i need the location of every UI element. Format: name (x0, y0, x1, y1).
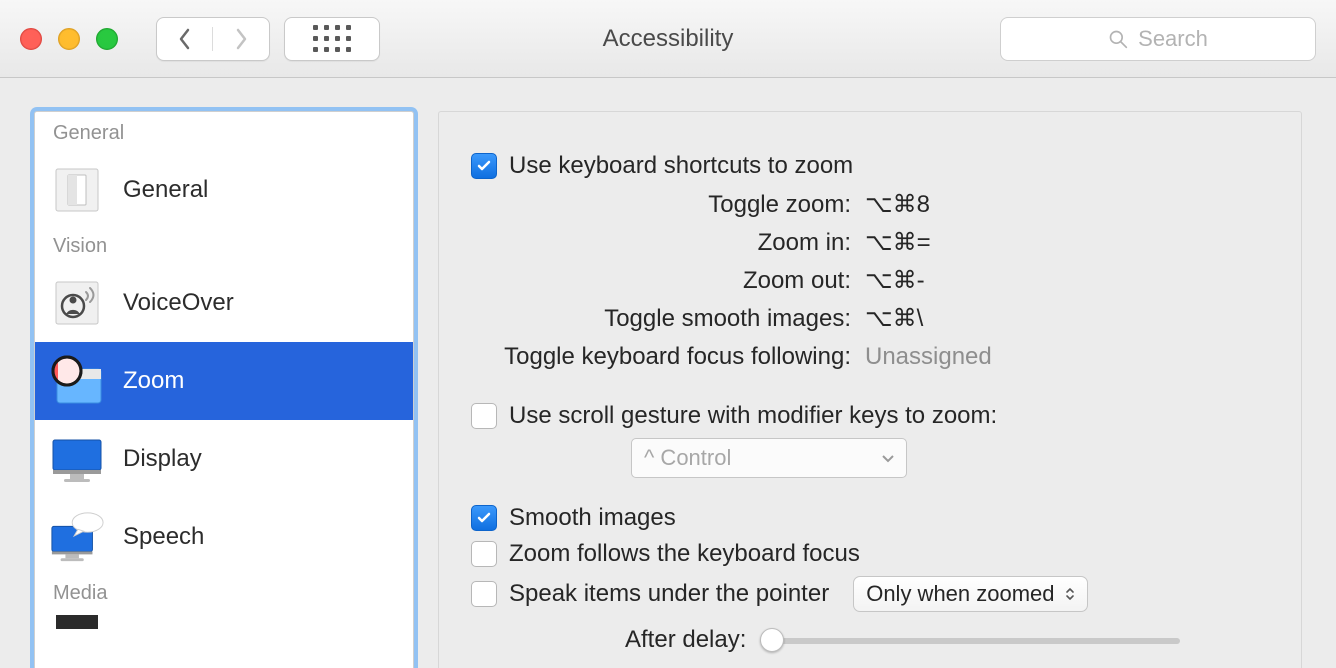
forward-button[interactable] (213, 27, 269, 51)
zoom-follows-focus-label: Zoom follows the keyboard focus (509, 540, 860, 568)
slider-thumb[interactable] (760, 628, 784, 652)
after-delay-label: After delay: (625, 626, 746, 654)
switch-icon (49, 162, 105, 218)
show-all-prefs-button[interactable] (284, 17, 380, 61)
shortcut-row: Zoom in: ⌥⌘= (471, 224, 1269, 262)
slider-track (760, 638, 1180, 644)
shortcut-value: Unassigned (865, 338, 992, 376)
modifier-key-select[interactable]: ^ Control (631, 438, 907, 478)
shortcut-label: Toggle keyboard focus following: (471, 338, 865, 376)
speak-mode-value: Only when zoomed (866, 581, 1054, 607)
after-delay-slider[interactable] (760, 628, 1180, 652)
sidebar-item-label: Speech (123, 523, 204, 551)
speak-items-label: Speak items under the pointer (509, 580, 829, 608)
speak-mode-select[interactable]: Only when zoomed (853, 576, 1087, 612)
scroll-gesture-row: Use scroll gesture with modifier keys to… (471, 402, 1269, 430)
chevron-left-icon (177, 27, 193, 51)
back-button[interactable] (157, 27, 213, 51)
category-sidebar[interactable]: General General Vision (34, 111, 414, 668)
smooth-images-checkbox[interactable] (471, 505, 497, 531)
after-delay-row: After delay: (625, 626, 1269, 654)
zoom-follows-focus-row: Zoom follows the keyboard focus (471, 540, 1269, 568)
checkmark-icon (476, 158, 492, 174)
close-window-button[interactable] (20, 28, 42, 50)
scroll-gesture-checkbox[interactable] (471, 403, 497, 429)
shortcut-value: ⌥⌘8 (865, 186, 930, 224)
shortcut-value: ⌥⌘\ (865, 300, 923, 338)
shortcut-row: Toggle smooth images: ⌥⌘\ (471, 300, 1269, 338)
smooth-images-row: Smooth images (471, 504, 1269, 532)
chevron-down-icon (882, 450, 894, 466)
titlebar: Accessibility Search (0, 0, 1336, 78)
search-input[interactable]: Search (1000, 17, 1316, 61)
use-keyboard-shortcuts-row: Use keyboard shortcuts to zoom (471, 152, 1269, 180)
shortcut-row: Zoom out: ⌥⌘- (471, 262, 1269, 300)
section-label-general: General (35, 116, 413, 151)
scroll-gesture-label: Use scroll gesture with modifier keys to… (509, 402, 997, 430)
smooth-images-label: Smooth images (509, 504, 676, 532)
search-icon (1108, 29, 1128, 49)
use-keyboard-shortcuts-checkbox[interactable] (471, 153, 497, 179)
content-area: General General Vision (0, 78, 1336, 668)
speak-items-checkbox[interactable] (471, 581, 497, 607)
shortcut-label: Zoom out: (471, 262, 865, 300)
speak-items-row: Speak items under the pointer Only when … (471, 576, 1269, 612)
settings-panel: Use keyboard shortcuts to zoom Toggle zo… (438, 111, 1302, 668)
sidebar-item-zoom[interactable]: Zoom (35, 342, 413, 420)
sidebar-item-label: General (123, 176, 208, 204)
modifier-key-value: ^ Control (644, 445, 731, 471)
media-icon (49, 612, 105, 630)
speech-icon (49, 509, 105, 565)
sidebar-item-media-partial[interactable] (35, 611, 413, 631)
shortcut-label: Zoom in: (471, 224, 865, 262)
sidebar-item-label: Zoom (123, 367, 184, 395)
sidebar-item-voiceover[interactable]: VoiceOver (35, 264, 413, 342)
minimize-window-button[interactable] (58, 28, 80, 50)
shortcut-row: Toggle keyboard focus following: Unassig… (471, 338, 1269, 376)
window-controls (20, 28, 118, 50)
shortcut-value: ⌥⌘- (865, 262, 925, 300)
display-icon (49, 431, 105, 487)
use-keyboard-shortcuts-label: Use keyboard shortcuts to zoom (509, 152, 853, 180)
shortcut-label: Toggle smooth images: (471, 300, 865, 338)
grid-icon (313, 25, 351, 52)
sidebar-item-speech[interactable]: Speech (35, 498, 413, 576)
stepper-chevrons-icon (1065, 587, 1075, 601)
shortcut-row: Toggle zoom: ⌥⌘8 (471, 186, 1269, 224)
shortcut-value: ⌥⌘= (865, 224, 931, 262)
section-label-vision: Vision (35, 229, 413, 264)
zoom-window-button[interactable] (96, 28, 118, 50)
nav-back-forward (156, 17, 270, 61)
sidebar-item-display[interactable]: Display (35, 420, 413, 498)
zoom-icon (49, 353, 105, 409)
section-label-media: Media (35, 576, 413, 611)
checkmark-icon (476, 510, 492, 526)
sidebar-item-general[interactable]: General (35, 151, 413, 229)
shortcut-label: Toggle zoom: (471, 186, 865, 224)
voiceover-icon (49, 275, 105, 331)
sidebar-item-label: VoiceOver (123, 289, 234, 317)
search-placeholder: Search (1138, 26, 1208, 52)
sidebar-item-label: Display (123, 445, 202, 473)
chevron-right-icon (233, 27, 249, 51)
shortcuts-list: Toggle zoom: ⌥⌘8 Zoom in: ⌥⌘= Zoom out: … (471, 186, 1269, 376)
zoom-follows-focus-checkbox[interactable] (471, 541, 497, 567)
